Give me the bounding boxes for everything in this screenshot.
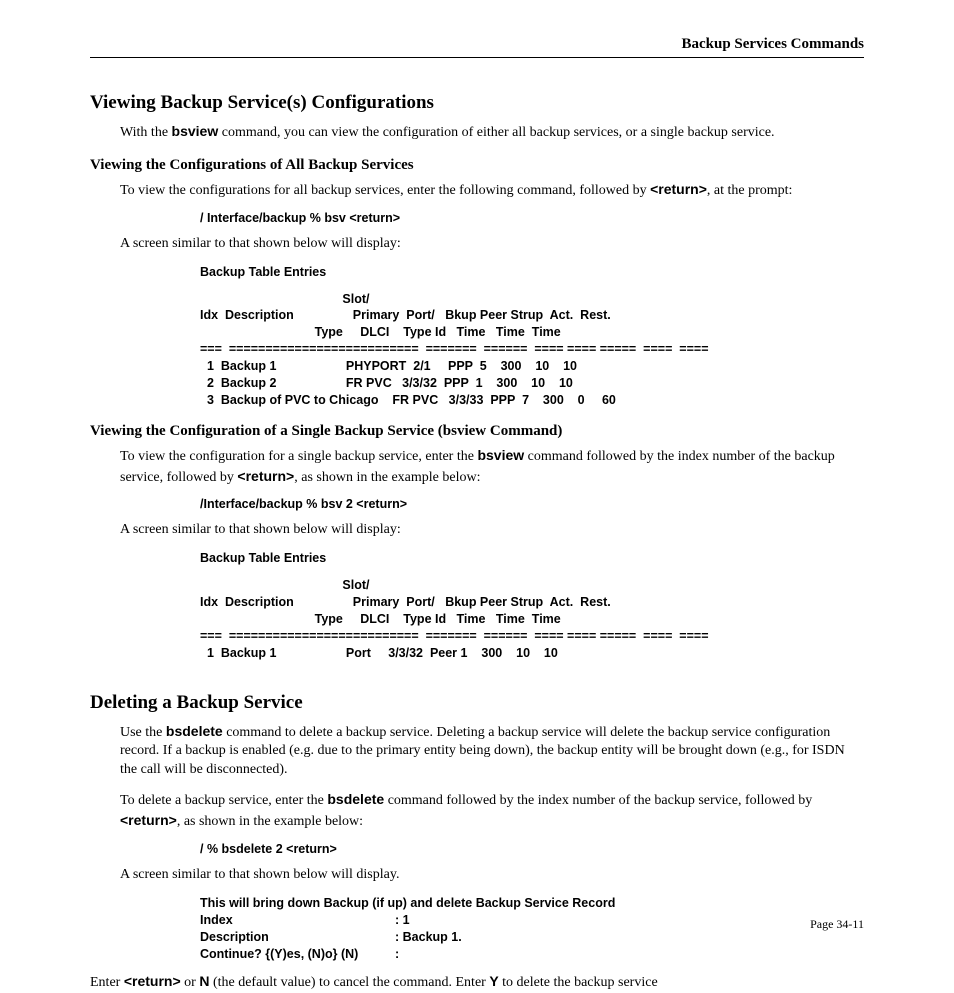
text: to delete the backup service: [499, 975, 658, 990]
kv-val: : Backup 1.: [395, 929, 462, 946]
output-title: Backup Table Entries: [200, 550, 864, 567]
command-line: / % bsdelete 2 <return>: [200, 842, 864, 856]
command-name: bsview: [477, 447, 524, 463]
text: Use the: [120, 725, 166, 740]
output-kv: Description: Backup 1.: [200, 929, 864, 946]
output-kv: Index: 1: [200, 912, 864, 929]
command-name: bsdelete: [166, 723, 223, 739]
section-heading: Viewing Backup Service(s) Configurations: [90, 92, 864, 114]
keyword: <return>: [237, 468, 294, 484]
text: command, you can view the configuration …: [218, 125, 774, 140]
intro-paragraph: With the bsview command, you can view th…: [120, 122, 864, 143]
section-heading: Deleting a Backup Service: [90, 692, 864, 714]
subsection-heading: Viewing the Configuration of a Single Ba…: [90, 423, 864, 440]
command-line: / Interface/backup % bsv <return>: [200, 211, 864, 225]
keyword: <return>: [120, 812, 177, 828]
subsection-heading: Viewing the Configurations of All Backup…: [90, 157, 864, 174]
paragraph: To view the configuration for a single b…: [120, 446, 864, 488]
output-line: This will bring down Backup (if up) and …: [200, 895, 864, 912]
command-name: bsdelete: [327, 791, 384, 807]
text: command to delete a backup service. Dele…: [120, 725, 845, 778]
output-rows: 1 Backup 1 Port 3/3/32 Peer 1 300 10 10: [200, 645, 864, 662]
paragraph: Enter <return> or N (the default value) …: [90, 972, 864, 993]
kv-val: : 1: [395, 912, 410, 929]
text: Enter: [90, 975, 124, 990]
keyword: N: [199, 973, 209, 989]
text: or: [181, 975, 200, 990]
output-header: Slot/ Idx Description Primary Port/ Bkup…: [200, 291, 864, 359]
command-line: /Interface/backup % bsv 2 <return>: [200, 497, 864, 511]
output-header: Slot/ Idx Description Primary Port/ Bkup…: [200, 577, 864, 645]
paragraph: A screen similar to that shown below wil…: [120, 521, 864, 540]
kv-key: Description: [200, 929, 395, 946]
text: With the: [120, 125, 172, 140]
command-name: bsview: [172, 123, 219, 139]
text: , at the prompt:: [707, 183, 793, 198]
kv-val: :: [395, 946, 399, 963]
page-number: Page 34-11: [810, 917, 864, 932]
output-kv: Continue? {(Y)es, (N)o} (N):: [200, 946, 864, 963]
keyword: Y: [489, 973, 498, 989]
paragraph: A screen similar to that shown below wil…: [120, 866, 864, 885]
page: Backup Services Commands Viewing Backup …: [0, 0, 954, 954]
paragraph: Use the bsdelete command to delete a bac…: [120, 722, 864, 781]
text: To view the configurations for all backu…: [120, 183, 650, 198]
text: To view the configuration for a single b…: [120, 449, 477, 464]
text: , as shown in the example below:: [294, 470, 480, 485]
kv-key: Continue? {(Y)es, (N)o} (N): [200, 946, 395, 963]
output-title: Backup Table Entries: [200, 264, 864, 281]
paragraph: To delete a backup service, enter the bs…: [120, 790, 864, 832]
paragraph: A screen similar to that shown below wil…: [120, 235, 864, 254]
output-rows: 1 Backup 1 PHYPORT 2/1 PPP 5 300 10 10 2…: [200, 358, 864, 409]
kv-key: Index: [200, 912, 395, 929]
text: command followed by the index number of …: [384, 793, 812, 808]
running-header: Backup Services Commands: [90, 36, 864, 58]
text: (the default value) to cancel the comman…: [209, 975, 489, 990]
text: To delete a backup service, enter the: [120, 793, 327, 808]
output-block: This will bring down Backup (if up) and …: [200, 895, 864, 963]
keyword: <return>: [650, 181, 707, 197]
text: , as shown in the example below:: [177, 814, 363, 829]
keyword: <return>: [124, 973, 181, 989]
paragraph: To view the configurations for all backu…: [120, 180, 864, 201]
